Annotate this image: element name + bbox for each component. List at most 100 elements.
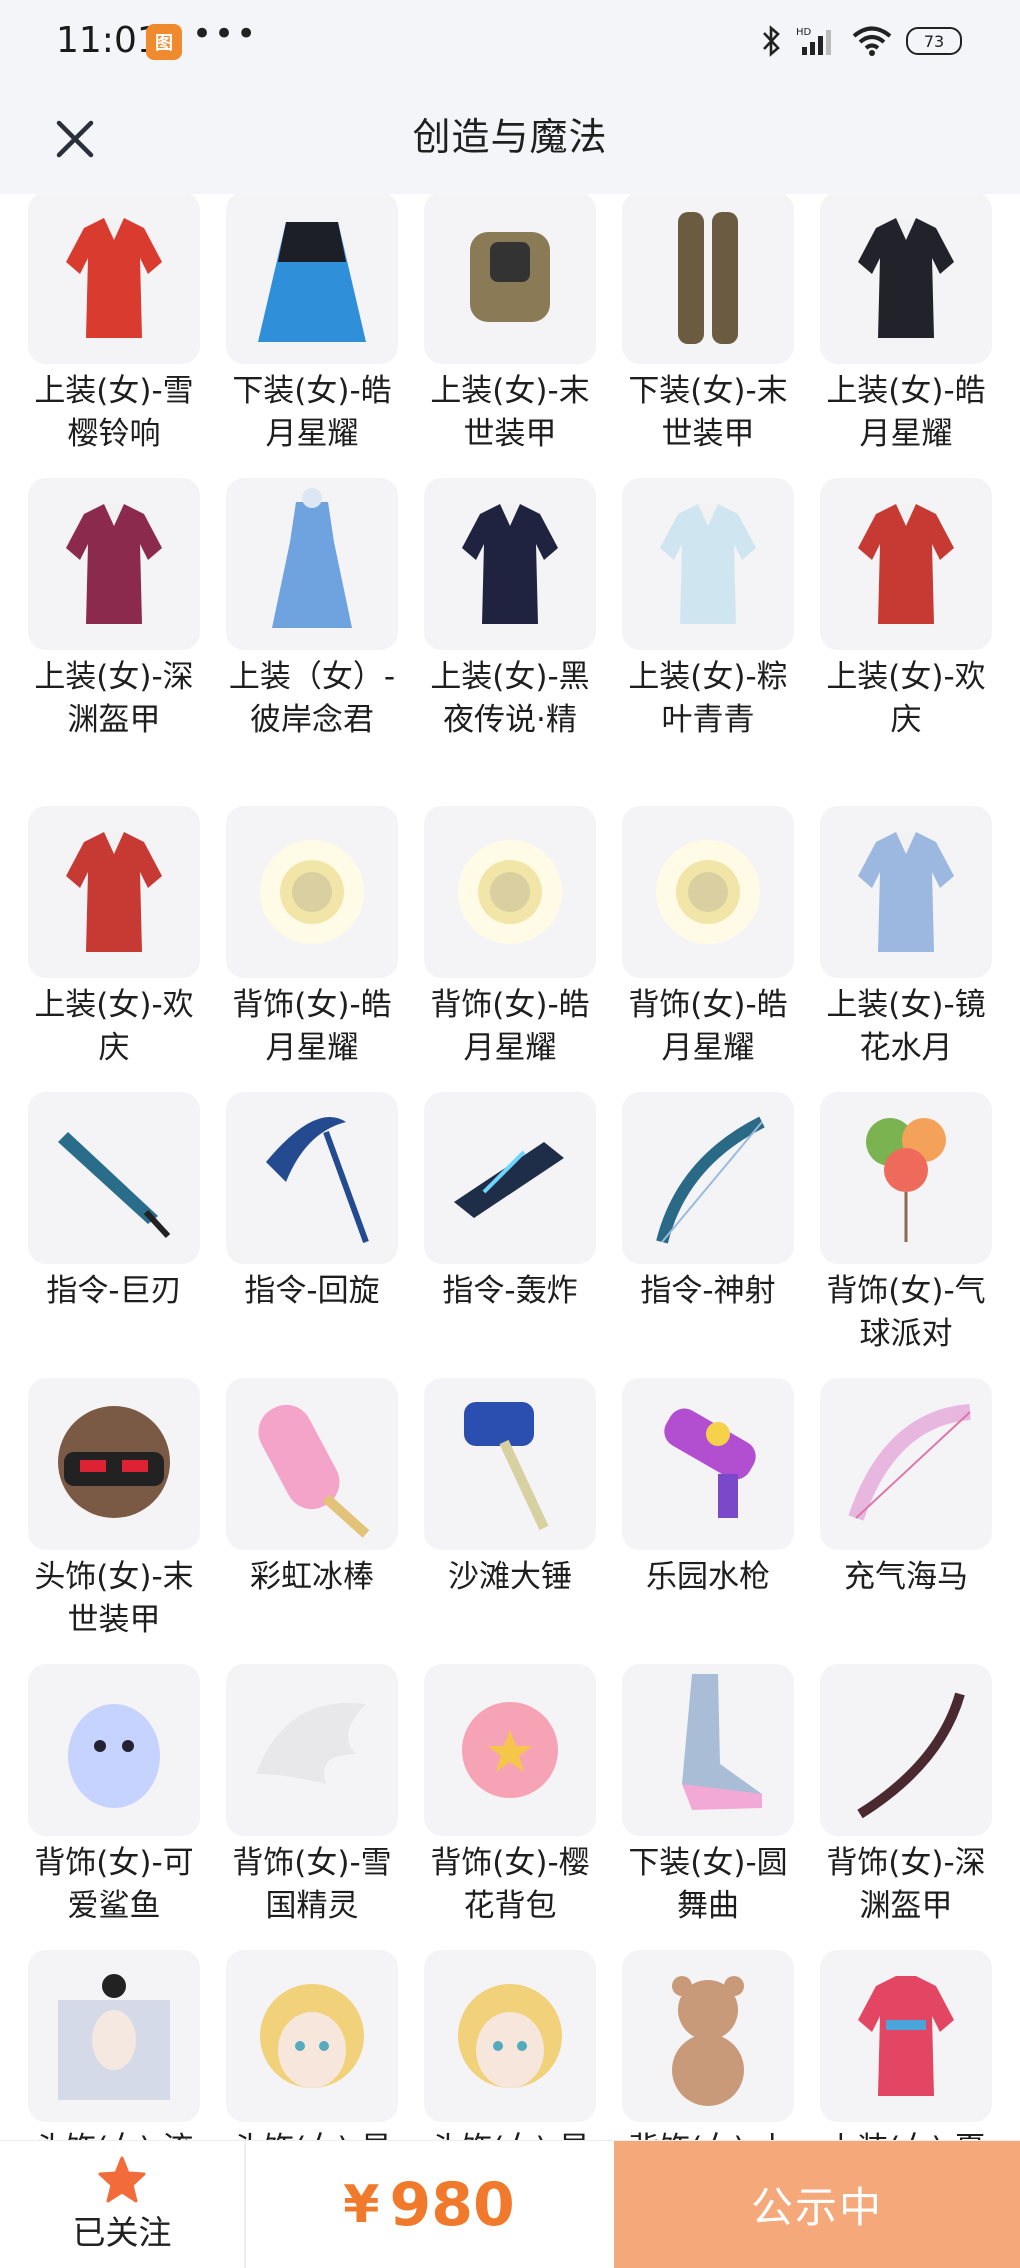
item-card[interactable]: 下装(女)-圆舞曲 (608, 1664, 808, 1928)
item-thumbnail[interactable] (622, 1092, 794, 1264)
item-label: 上装(女)-末世装甲 (430, 373, 590, 452)
item-thumbnail[interactable] (820, 1378, 992, 1550)
item-thumbnail[interactable] (226, 1950, 398, 2122)
item-thumbnail[interactable] (28, 194, 200, 364)
item-card[interactable]: 背饰(女)-深渊盔甲 (806, 1664, 1006, 1928)
item-image (256, 1702, 366, 1784)
item-thumbnail[interactable] (622, 806, 794, 978)
item-thumbnail[interactable] (424, 1092, 596, 1264)
item-card[interactable]: 背饰(女)-可爱鲨鱼 (14, 1664, 214, 1928)
battery-icon: 73 (906, 27, 962, 55)
item-card[interactable]: 上装(女)-欢庆 (806, 478, 1006, 742)
item-card[interactable]: 充气海马 (806, 1378, 1006, 1599)
item-card[interactable]: 头饰(女)-星辉 (410, 1950, 610, 2140)
item-card[interactable]: 背饰(女)-气球派对 (806, 1092, 1006, 1356)
item-thumbnail[interactable] (820, 478, 992, 650)
item-image (454, 1142, 564, 1218)
item-image (660, 504, 756, 624)
item-image (58, 1974, 170, 2100)
follow-button[interactable]: 已关注 (0, 2141, 246, 2268)
item-label: 背饰(女)-小熊 (619, 2128, 797, 2140)
item-card[interactable]: 背饰(女)-小熊 (608, 1950, 808, 2140)
item-thumbnail[interactable] (28, 806, 200, 978)
item-image (66, 218, 162, 338)
item-thumbnail[interactable] (820, 1664, 992, 1836)
wifi-icon (852, 26, 892, 56)
item-label: 上装(女)-欢庆 (826, 659, 986, 738)
item-card[interactable]: 上装(女)-粽叶青青 (608, 478, 808, 742)
item-thumbnail[interactable] (424, 1378, 596, 1550)
item-thumbnail[interactable] (226, 1378, 398, 1550)
item-card[interactable]: 头饰(女)-流天纱 (14, 1950, 214, 2140)
item-card[interactable]: 下装(女)-末世装甲 (608, 194, 808, 456)
item-thumbnail[interactable] (820, 1950, 992, 2122)
item-card[interactable]: 背饰(女)-皓月星耀 (410, 806, 610, 1070)
item-label: 上装(女)-深渊盔甲 (34, 659, 194, 738)
item-thumbnail[interactable] (424, 478, 596, 650)
item-card[interactable]: 指令-轰炸 (410, 1092, 610, 1313)
item-image (458, 1984, 562, 2088)
item-card[interactable]: 背饰(女)-皓月星耀 (608, 806, 808, 1070)
currency-symbol: ¥ (343, 2174, 380, 2235)
item-card[interactable]: 指令-巨刃 (14, 1092, 214, 1313)
item-thumbnail[interactable] (424, 1664, 596, 1836)
item-card[interactable]: 背饰(女)-皓月星耀 (212, 806, 412, 1070)
item-card[interactable]: 上装(女)-黑夜传说·精 (410, 478, 610, 742)
item-card[interactable]: 沙滩大锤 (410, 1378, 610, 1599)
item-thumbnail[interactable] (226, 1664, 398, 1836)
item-image (462, 1702, 558, 1798)
item-thumbnail[interactable] (820, 1092, 992, 1264)
item-thumbnail[interactable] (424, 806, 596, 978)
item-card[interactable]: 指令-神射 (608, 1092, 808, 1313)
item-thumbnail[interactable] (226, 806, 398, 978)
item-thumbnail[interactable] (28, 478, 200, 650)
item-thumbnail[interactable] (28, 1950, 200, 2122)
item-card[interactable]: 乐园水枪 (608, 1378, 808, 1599)
item-card[interactable]: 上装(女)-雪樱铃响 (14, 194, 214, 456)
item-label: 上装(女)-皓月星耀 (826, 373, 986, 452)
item-label: 充气海马 (844, 1559, 968, 1595)
item-label: 背饰(女)-皓月星耀 (628, 987, 788, 1066)
item-card[interactable]: 下装(女)-皓月星耀 (212, 194, 412, 456)
item-card[interactable]: 头饰(女)-末世装甲 (14, 1378, 214, 1642)
item-card[interactable]: 上装(女)-欢庆 (14, 806, 214, 1070)
item-thumbnail[interactable] (424, 194, 596, 364)
item-card[interactable]: 头饰(女)-星辉 (212, 1950, 412, 2140)
item-card[interactable]: 指令-回旋 (212, 1092, 412, 1313)
item-thumbnail[interactable] (820, 194, 992, 364)
item-thumbnail[interactable] (622, 1378, 794, 1550)
item-label: 彩虹冰棒 (250, 1559, 374, 1595)
item-thumbnail[interactable] (28, 1378, 200, 1550)
item-image (258, 1404, 370, 1538)
item-thumbnail[interactable] (424, 1950, 596, 2122)
system-icons: HD 73 (760, 24, 962, 58)
item-thumbnail[interactable] (622, 478, 794, 650)
item-card[interactable]: 上装(女)-深渊盔甲 (14, 478, 214, 742)
item-card[interactable]: 上装(女)-镜花水月 (806, 806, 1006, 1070)
item-card[interactable]: 上装（女）-彼岸念君 (212, 478, 412, 742)
item-image (672, 1976, 744, 2106)
item-thumbnail[interactable] (226, 194, 398, 364)
item-thumbnail[interactable] (28, 1092, 200, 1264)
item-card[interactable]: 彩虹冰棒 (212, 1378, 412, 1599)
item-grid[interactable]: 上装(女)-雪樱铃响 下装(女)-皓月星耀 上装(女)-末世装甲 下装(女)-末世装甲… (0, 194, 1020, 2140)
item-thumbnail[interactable] (226, 478, 398, 650)
item-image (858, 218, 954, 338)
item-label: 上装（女）-彼岸念君 (228, 659, 396, 738)
item-image (857, 1692, 965, 1819)
item-card[interactable]: 上装(女)-夏日 (806, 1950, 1006, 2140)
publicity-status-button[interactable]: 公示中 (614, 2141, 1020, 2268)
item-thumbnail[interactable] (226, 1092, 398, 1264)
item-thumbnail[interactable] (622, 1664, 794, 1836)
item-card[interactable]: 上装(女)-末世装甲 (410, 194, 610, 456)
item-label: 上装(女)-夏日 (817, 2128, 995, 2140)
item-label: 背饰(女)-深渊盔甲 (826, 1845, 986, 1924)
item-thumbnail[interactable] (622, 194, 794, 364)
more-notifications-icon: ••• (192, 14, 259, 54)
item-card[interactable]: 背饰(女)-樱花背包 (410, 1664, 610, 1928)
item-thumbnail[interactable] (28, 1664, 200, 1836)
item-card[interactable]: 背饰(女)-雪国精灵 (212, 1664, 412, 1928)
item-thumbnail[interactable] (820, 806, 992, 978)
item-card[interactable]: 上装(女)-皓月星耀 (806, 194, 1006, 456)
item-thumbnail[interactable] (622, 1950, 794, 2122)
